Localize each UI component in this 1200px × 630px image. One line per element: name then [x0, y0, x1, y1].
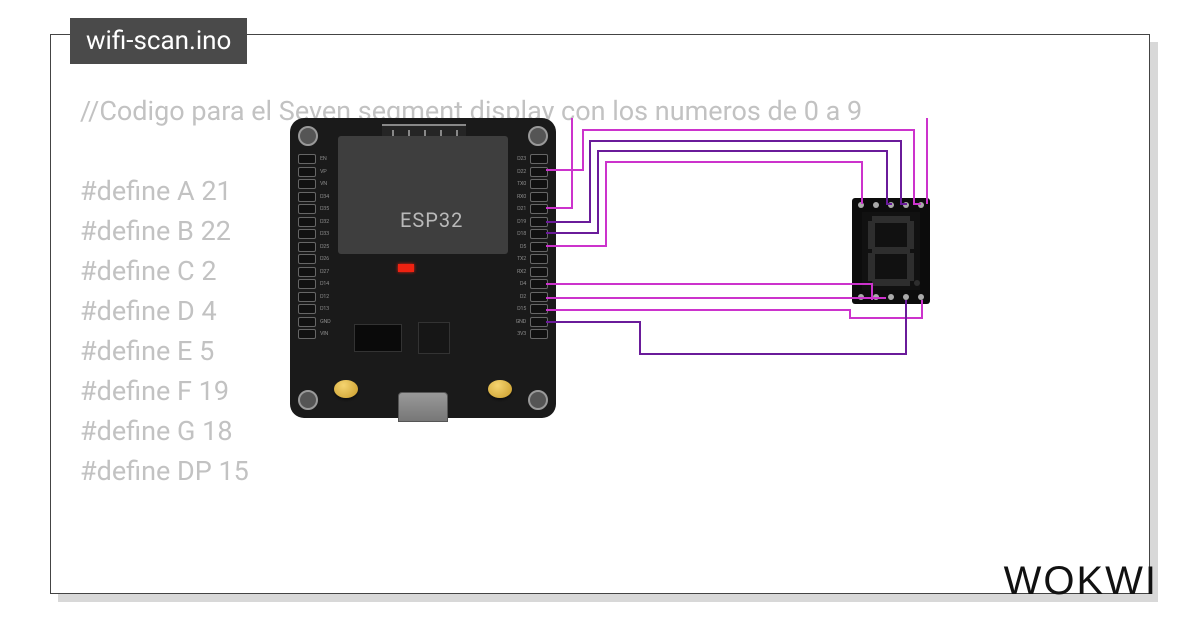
pin[interactable]	[530, 204, 548, 214]
pin[interactable]	[298, 204, 316, 214]
pin-labels-right: D23D22TX0RX0D21D19D18D5TX2RX2D4D2D15GND3…	[516, 154, 526, 339]
segment-b-icon	[907, 221, 914, 249]
wokwi-logo: WOKWI	[1004, 559, 1158, 604]
pin-labels-left: ENVPVND34D35D32D33D25D26D27D14D12D13GNDV…	[320, 154, 330, 339]
pin[interactable]	[298, 329, 316, 339]
usb-chip-icon	[418, 322, 450, 354]
circuit-canvas[interactable]: ESP32 ENVPVND34D35D32D33D25D26D27D14D12D…	[290, 118, 930, 448]
pin[interactable]	[530, 267, 548, 277]
seg-pin[interactable]	[918, 202, 924, 208]
pin[interactable]	[298, 179, 316, 189]
boot-button[interactable]	[334, 380, 358, 398]
seg-pin[interactable]	[903, 202, 909, 208]
pin[interactable]	[530, 279, 548, 289]
pin[interactable]	[298, 267, 316, 277]
mount-hole	[528, 390, 548, 410]
pin[interactable]	[298, 254, 316, 264]
regulator-chip-icon	[354, 324, 402, 352]
mount-hole	[298, 390, 318, 410]
pin[interactable]	[530, 229, 548, 239]
pin[interactable]	[530, 292, 548, 302]
enable-button[interactable]	[488, 380, 512, 398]
file-tab-label: wifi-scan.ino	[86, 26, 231, 56]
pin[interactable]	[530, 242, 548, 252]
esp32-board[interactable]: ESP32 ENVPVND34D35D32D33D25D26D27D14D12D…	[290, 118, 556, 418]
pin[interactable]	[530, 329, 548, 339]
pin-header-right[interactable]	[530, 154, 548, 339]
segment-f-icon	[868, 221, 875, 249]
seg-pin[interactable]	[888, 202, 894, 208]
usb-port-icon	[398, 392, 448, 422]
segment-c-icon	[907, 253, 914, 281]
segment-dp-icon	[914, 280, 920, 286]
chip-label: ESP32	[400, 208, 463, 232]
power-led-icon	[398, 264, 414, 272]
esp32-shield: ESP32	[338, 136, 508, 254]
seg-body	[862, 212, 920, 290]
seg-pin[interactable]	[918, 294, 924, 300]
pin[interactable]	[298, 217, 316, 227]
seg-pin[interactable]	[873, 294, 879, 300]
pin[interactable]	[298, 242, 316, 252]
pin[interactable]	[298, 304, 316, 314]
seg-pin[interactable]	[873, 202, 879, 208]
seg-pins-top[interactable]	[858, 202, 924, 208]
pin[interactable]	[530, 167, 548, 177]
pin-header-left[interactable]	[298, 154, 316, 339]
seg-pin[interactable]	[858, 294, 864, 300]
mount-hole	[528, 126, 548, 146]
segment-e-icon	[868, 253, 875, 281]
pin[interactable]	[298, 154, 316, 164]
file-tab[interactable]: wifi-scan.ino	[70, 18, 247, 64]
pin[interactable]	[298, 229, 316, 239]
pin[interactable]	[530, 317, 548, 327]
code-define: #define DP 15	[80, 452, 862, 492]
pin[interactable]	[298, 167, 316, 177]
seg-pins-bottom[interactable]	[858, 294, 924, 300]
seg-pin[interactable]	[903, 294, 909, 300]
pin[interactable]	[298, 317, 316, 327]
pin[interactable]	[530, 304, 548, 314]
seven-segment-display[interactable]	[852, 198, 930, 304]
mount-hole	[298, 126, 318, 146]
pin[interactable]	[298, 192, 316, 202]
pin[interactable]	[530, 192, 548, 202]
pin[interactable]	[530, 179, 548, 189]
seg-pin[interactable]	[888, 294, 894, 300]
pin[interactable]	[298, 292, 316, 302]
segment-d-icon	[872, 279, 910, 286]
segment-g-icon	[872, 247, 910, 254]
pin[interactable]	[298, 279, 316, 289]
segment-a-icon	[872, 216, 910, 223]
pin[interactable]	[530, 217, 548, 227]
pin[interactable]	[530, 154, 548, 164]
pin[interactable]	[530, 254, 548, 264]
seg-pin[interactable]	[858, 202, 864, 208]
